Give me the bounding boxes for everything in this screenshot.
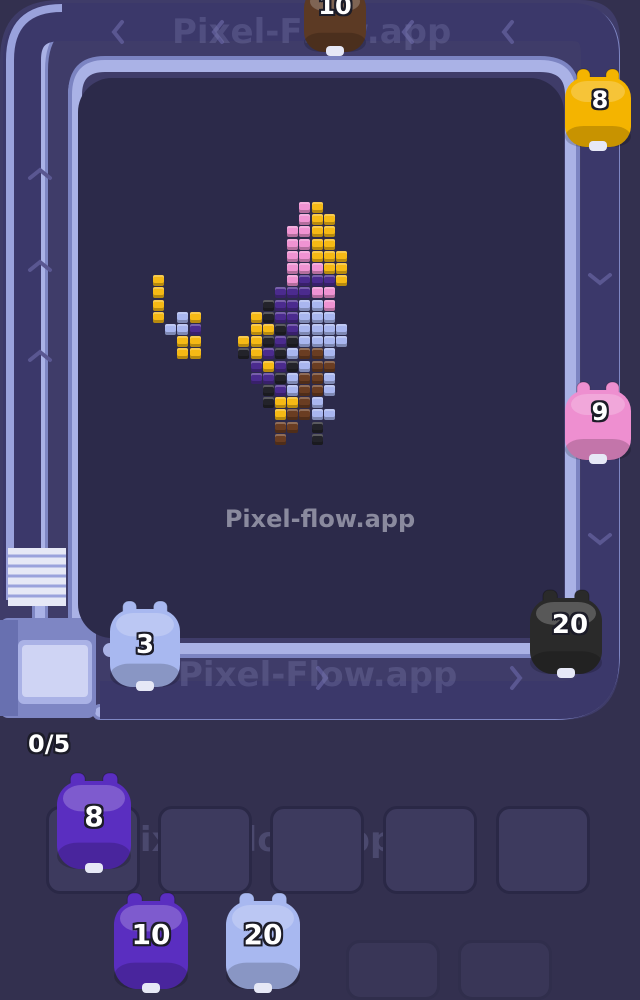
queue-shooter-2-count: 10: [131, 918, 171, 951]
queue-shooter-3-count: 20: [243, 918, 283, 951]
queue-shooter-1-count: 8: [84, 800, 104, 833]
queue-shooter-layer: [57, 772, 300, 993]
